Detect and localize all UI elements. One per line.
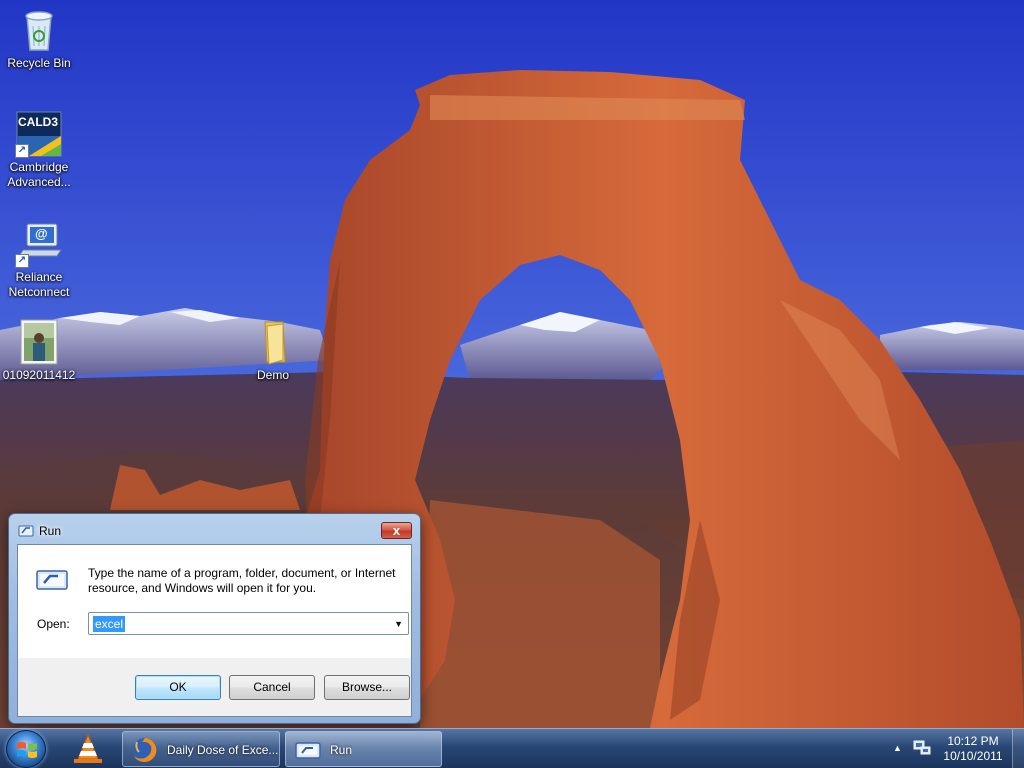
run-large-icon [36,570,68,590]
desktop-icon-label: Recycle Bin [7,56,71,70]
show-desktop-button[interactable] [1012,729,1024,768]
dictionary-shortcut-icon: CALD3 ↗ [15,110,63,158]
run-icon [295,742,321,759]
ok-button[interactable]: OK [135,675,221,700]
cancel-button[interactable]: Cancel [229,675,315,700]
taskbar-item-label: Daily Dose of Exce... [167,743,279,757]
taskbar-item-label: Run [330,743,353,757]
windows-logo-icon [17,742,37,758]
dictionary-badge-text: CALD3 [18,115,59,129]
dialog-body: Type the name of a program, folder, docu… [17,544,412,717]
network-connection-shortcut-icon: @ ↗ [15,220,63,268]
desktop-icon-label: Cambridge [9,160,69,174]
taskbar-item-run[interactable]: Run [285,731,442,767]
system-clock[interactable]: 10:12 PM 10/10/2011 [940,734,1006,764]
clock-time: 10:12 PM [947,734,999,748]
network-icon[interactable] [913,740,931,756]
at-sign-badge: @ [35,226,48,241]
run-icon [18,525,34,537]
desktop-icon-recycle-bin[interactable]: Recycle Bin [1,6,77,71]
vlc-icon [74,733,102,763]
desktop-icon-demo-folder[interactable]: Demo [235,318,311,383]
open-input-value[interactable]: excel [93,616,126,632]
open-label: Open: [37,617,70,631]
desktop-icon-label: Advanced... [7,175,71,189]
desktop-icon-label: Demo [256,368,289,382]
desktop-icon-label: Netconnect [8,285,70,299]
desktop-icon-cambridge-advanced[interactable]: CALD3 ↗ Cambridge Advanced... [1,110,77,190]
desktop-icon-photo-01092011412[interactable]: 01092011412 [1,318,77,383]
desktop-icon-label: 01092011412 [2,368,76,382]
taskbar-pinned-vlc[interactable] [62,731,114,767]
run-dialog: Run x Type the name of a program, folder… [8,513,421,724]
show-hidden-icons-chevron-icon[interactable]: ▲ [893,743,902,753]
dialog-title: Run [39,524,62,538]
dropdown-arrow-icon[interactable]: ▼ [394,619,403,629]
close-button[interactable]: x [381,522,412,539]
browse-button[interactable]: Browse... [324,675,410,700]
folder-icon [249,318,297,366]
dialog-content: Type the name of a program, folder, docu… [18,545,411,658]
taskbar: Daily Dose of Exce... Run ▲ 10:12 PM 10/… [0,728,1024,768]
run-description: Type the name of a program, folder, docu… [88,566,396,595]
open-combobox[interactable]: excel ▼ [88,612,409,635]
taskbar-item-firefox[interactable]: Daily Dose of Exce... [122,731,280,767]
start-button[interactable] [6,730,46,768]
clock-date: 10/10/2011 [943,749,1003,763]
photo-thumbnail-icon [15,318,63,366]
firefox-icon [133,738,157,762]
shortcut-arrow-icon: ↗ [15,254,29,268]
desktop-icon-label: Reliance [15,270,63,284]
desktop-icon-reliance-netconnect[interactable]: @ ↗ Reliance Netconnect [1,220,77,300]
recycle-bin-icon [15,6,63,54]
shortcut-arrow-icon: ↗ [15,144,29,158]
